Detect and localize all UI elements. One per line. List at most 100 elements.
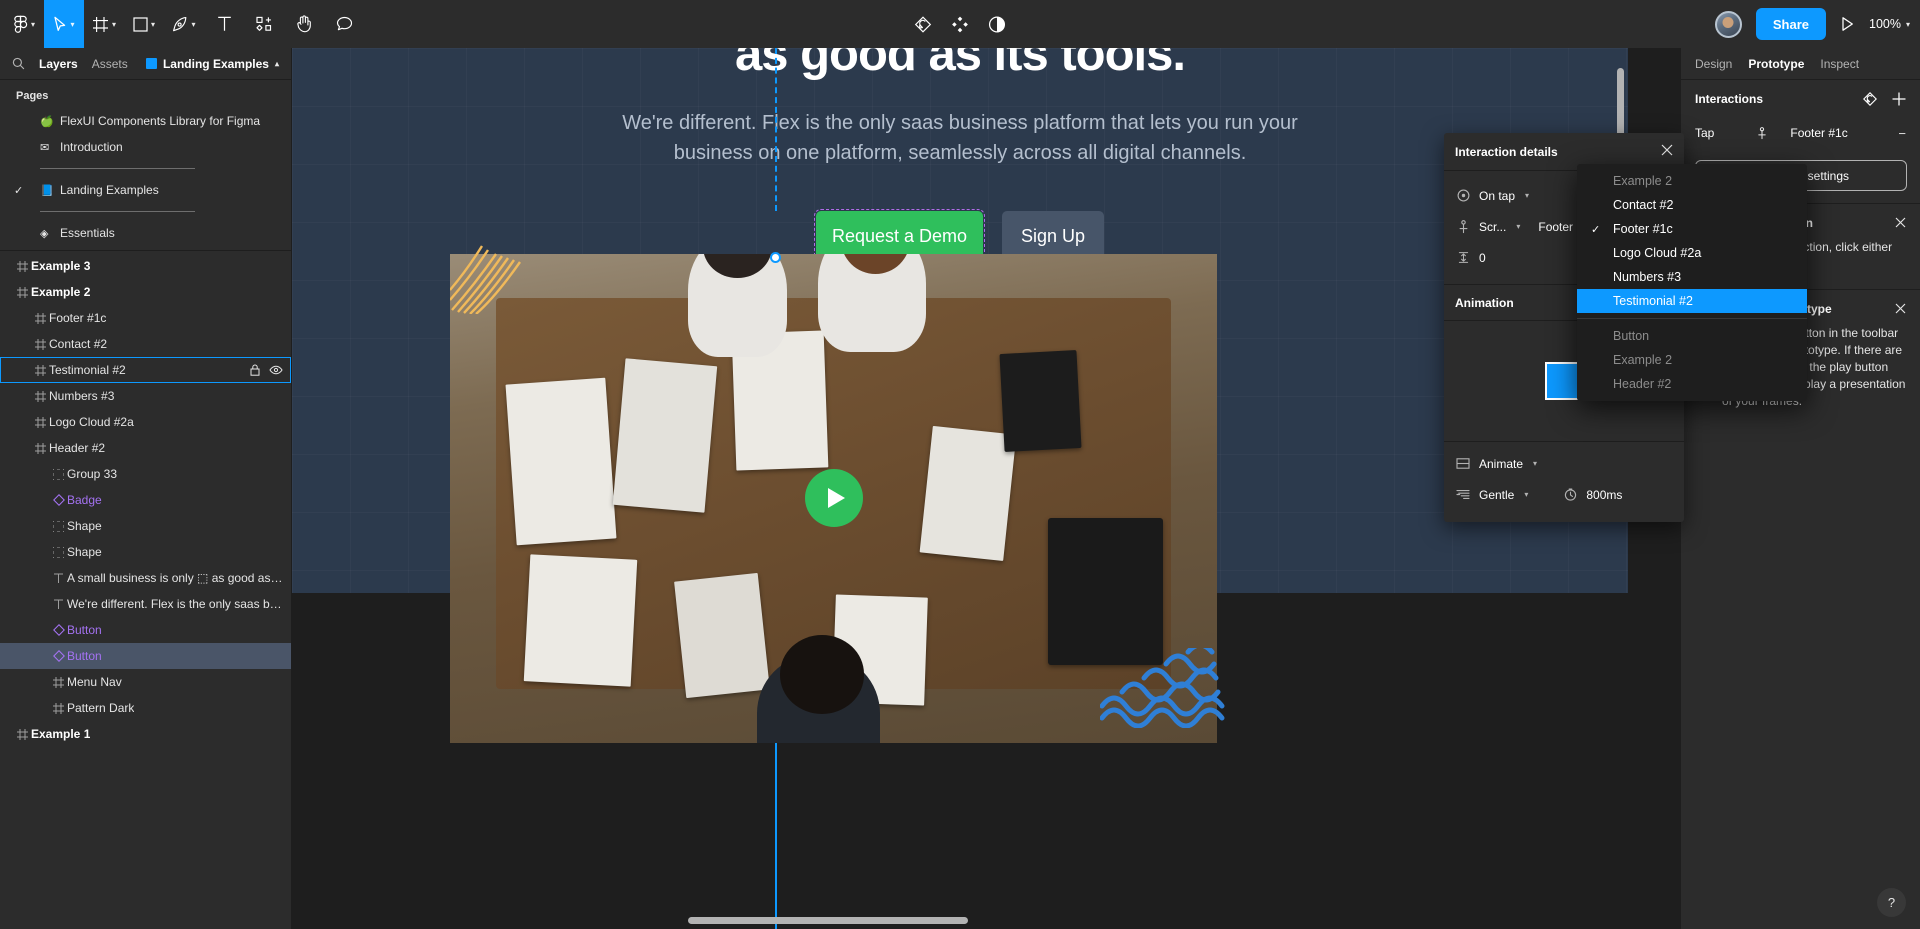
dropdown-item[interactable]: ✓ Footer #1c — [1577, 217, 1807, 241]
interaction-row[interactable]: Tap Footer #1c − — [1681, 118, 1920, 148]
mask-contrast-icon[interactable] — [988, 15, 1007, 34]
interaction-details-title: Interaction details — [1455, 144, 1558, 159]
close-icon[interactable] — [1895, 302, 1906, 316]
layer-label: A small business is only ⬚ as good as it… — [67, 571, 283, 585]
lock-icon[interactable] — [250, 364, 260, 376]
add-interaction-icon[interactable] — [1892, 92, 1906, 106]
chevron-down-icon: ▾ — [150, 20, 155, 29]
layer-type-icon — [32, 390, 49, 402]
page-item[interactable]: ✓ 📘 Landing Examples — [0, 177, 291, 203]
reset-interaction-icon[interactable] — [1862, 91, 1878, 107]
tab-layers[interactable]: Layers — [39, 57, 78, 71]
tab-design[interactable]: Design — [1695, 57, 1732, 71]
layer-row[interactable]: Example 1 — [0, 721, 291, 747]
page-item[interactable]: 🍏 FlexUI Components Library for Figma — [0, 108, 291, 134]
layer-row[interactable]: Shape — [0, 513, 291, 539]
dropdown-item[interactable]: Numbers #3 — [1577, 265, 1807, 289]
page-item[interactable]: ✉ Introduction — [0, 134, 291, 160]
resources-tool-button[interactable] — [244, 0, 284, 48]
action-label: Scr... — [1479, 219, 1507, 234]
chevron-down-icon: ▾ — [70, 20, 75, 29]
layer-row[interactable]: Button — [0, 643, 291, 669]
dropdown-item[interactable]: Logo Cloud #2a — [1577, 241, 1807, 265]
chevron-down-icon: ▾ — [1516, 222, 1521, 231]
zoom-level-control[interactable]: 100% ▾ — [1869, 17, 1910, 31]
move-tool-button[interactable]: ▾ — [44, 0, 84, 48]
layer-row[interactable]: Shape — [0, 539, 291, 565]
tab-inspect[interactable]: Inspect — [1820, 57, 1859, 71]
zoom-level-label: 100% — [1869, 17, 1901, 31]
layer-label: Shape — [67, 545, 102, 559]
pages-divider — [0, 160, 291, 177]
dropdown-item[interactable]: Testimonial #2 — [1577, 289, 1807, 313]
layer-row[interactable]: Pattern Dark — [0, 695, 291, 721]
prototype-connection-endpoint[interactable] — [770, 252, 781, 263]
layer-type-icon — [50, 676, 67, 688]
layer-type-icon — [50, 624, 67, 636]
layer-row[interactable]: Testimonial #2 — [0, 357, 291, 383]
layer-row[interactable]: Header #2 — [0, 435, 291, 461]
photo-paper — [674, 572, 771, 699]
avatar[interactable] — [1714, 10, 1742, 38]
animation-settings: Animate ▾ Gentle ▾ 800ms — [1444, 441, 1684, 522]
toolbar-right-group: Share 100% ▾ — [1714, 0, 1910, 48]
page-label: Introduction — [60, 140, 123, 154]
animation-type-row[interactable]: Animate ▾ — [1455, 448, 1673, 479]
layer-row[interactable]: Logo Cloud #2a — [0, 409, 291, 435]
page-label: FlexUI Components Library for Figma — [60, 114, 261, 128]
file-name-button[interactable]: Landing Examples ▾ — [145, 57, 279, 71]
dropdown-item[interactable]: Contact #2 — [1577, 193, 1807, 217]
pages-divider — [0, 203, 291, 220]
page-item[interactable]: ◈ Essentials — [0, 220, 291, 246]
dropdown-item-label: Contact #2 — [1613, 198, 1674, 212]
horizontal-scrollbar[interactable] — [688, 917, 968, 924]
layer-row[interactable]: Button — [0, 617, 291, 643]
tab-prototype[interactable]: Prototype — [1748, 57, 1804, 71]
layer-row[interactable]: We're different. Flex is the only saas b… — [0, 591, 291, 617]
dropdown-item-label: Example 2 — [1613, 174, 1673, 188]
layer-row[interactable]: Example 3 — [0, 253, 291, 279]
dropdown-item: Header #2 — [1577, 372, 1807, 396]
eye-icon[interactable] — [269, 365, 283, 375]
layer-row[interactable]: Menu Nav — [0, 669, 291, 695]
layer-row[interactable]: Footer #1c — [0, 305, 291, 331]
layer-row[interactable]: Badge — [0, 487, 291, 513]
shape-tool-button[interactable]: ▾ — [124, 0, 164, 48]
close-icon[interactable] — [1661, 144, 1673, 160]
easing-duration-row[interactable]: Gentle ▾ 800ms — [1455, 479, 1673, 510]
layer-row[interactable]: Group 33 — [0, 461, 291, 487]
layer-row[interactable]: Numbers #3 — [0, 383, 291, 409]
layer-row[interactable]: A small business is only ⬚ as good as it… — [0, 565, 291, 591]
right-panel-tabs: Design Prototype Inspect — [1681, 48, 1920, 80]
present-play-button[interactable] — [1840, 16, 1855, 32]
layer-label: Pattern Dark — [67, 701, 135, 715]
layer-row[interactable]: Contact #2 — [0, 331, 291, 357]
comment-tool-button[interactable] — [324, 0, 364, 48]
help-button[interactable]: ? — [1877, 888, 1906, 917]
layer-type-icon — [32, 312, 49, 324]
interaction-trigger-label: Tap — [1695, 126, 1715, 140]
pages-header: Pages — [16, 90, 49, 102]
search-icon[interactable] — [12, 57, 25, 70]
trigger-label: On tap — [1479, 188, 1516, 203]
layer-label: Example 3 — [31, 259, 91, 273]
design-canvas[interactable]: as good as its tools. We're different. F… — [292, 48, 1628, 929]
dropdown-item: Example 2 — [1577, 348, 1807, 372]
interactions-header-label: Interactions — [1695, 92, 1764, 106]
text-tool-button[interactable] — [204, 0, 244, 48]
layer-row[interactable]: Example 2 — [0, 279, 291, 305]
pen-tool-button[interactable]: ▾ — [164, 0, 204, 48]
hand-tool-button[interactable] — [284, 0, 324, 48]
share-button[interactable]: Share — [1755, 8, 1826, 40]
close-icon[interactable] — [1895, 216, 1906, 230]
remove-interaction-icon[interactable]: − — [1898, 126, 1906, 141]
frame-tool-button[interactable]: ▾ — [84, 0, 124, 48]
video-play-button[interactable] — [805, 469, 863, 527]
dropdown-item-label: Testimonial #2 — [1613, 294, 1693, 308]
tab-assets[interactable]: Assets — [92, 57, 128, 71]
page-label: Essentials — [60, 226, 115, 240]
figma-menu-button[interactable]: ▾ — [4, 0, 44, 48]
file-color-swatch — [145, 58, 157, 69]
prototype-connection-icon[interactable] — [914, 15, 933, 34]
components-icon[interactable] — [951, 15, 970, 34]
